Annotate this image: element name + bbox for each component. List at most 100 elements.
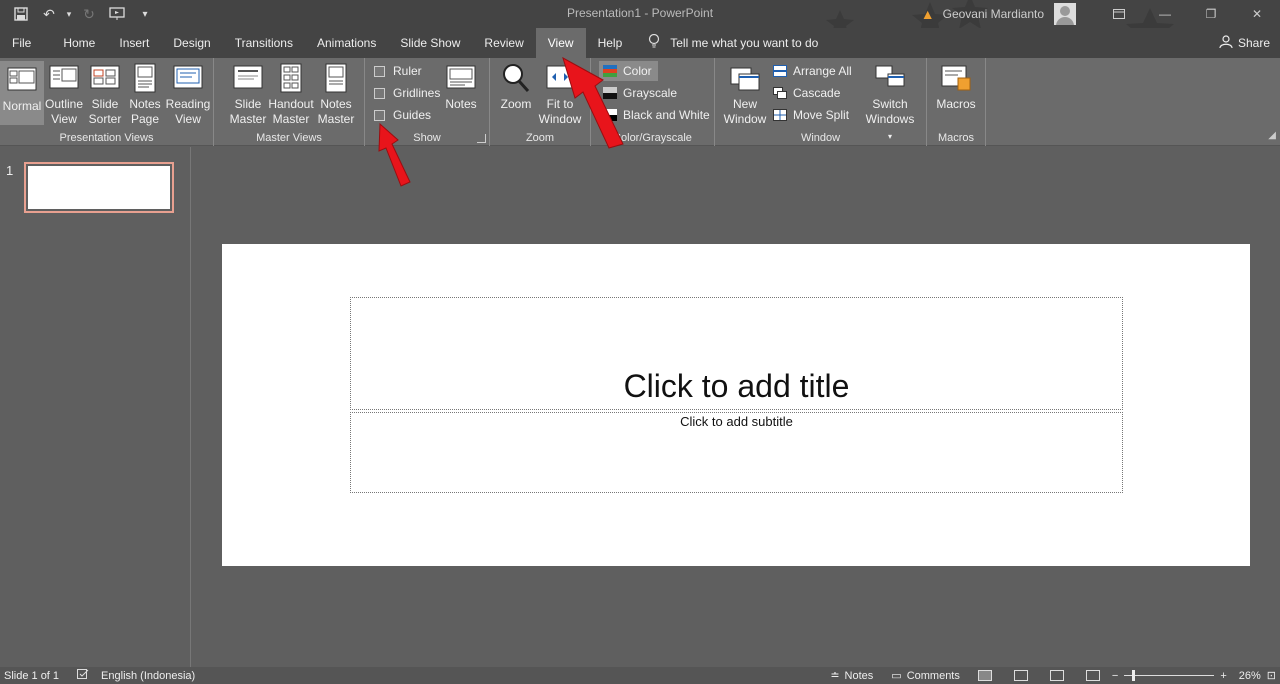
ruler-checkbox-box[interactable] (374, 65, 385, 77)
arrange-all-button[interactable]: Arrange All (773, 61, 852, 81)
restore-icon[interactable]: ❐ (1188, 0, 1234, 28)
zoom-in-icon[interactable]: + (1220, 670, 1226, 682)
handout-master-button[interactable]: Handout Master (268, 62, 314, 127)
group-label-window: Window (800, 132, 841, 144)
color-swatch-icon (603, 65, 617, 77)
switch-label-2: Windows (865, 112, 915, 126)
new-window-label-1: New (732, 97, 757, 111)
tab-slide-show[interactable]: Slide Show (388, 28, 472, 58)
slide-thumbnail[interactable] (24, 162, 174, 213)
fit-label-2: Window (538, 112, 582, 126)
title-bar: ↶ ▾ ↻ ▾ Presentation1 - PowerPoint ▲ Geo… (0, 0, 1280, 52)
tab-help[interactable]: Help (586, 28, 635, 58)
tab-animations[interactable]: Animations (305, 28, 388, 58)
slideshow-from-start-icon[interactable] (104, 2, 130, 26)
black-and-white-button[interactable]: Black and White (603, 105, 710, 125)
macros-icon (941, 65, 971, 91)
slide-count: Slide 1 of 1 (4, 669, 60, 682)
reading-view-button[interactable]: Reading View (166, 62, 210, 127)
subtitle-placeholder[interactable]: Click to add subtitle (350, 412, 1123, 493)
arrange-all-label: Arrange All (793, 64, 852, 78)
group-window: New Window Arrange All Cascade Move Spli… (715, 58, 927, 146)
fit-to-window-icon (546, 65, 574, 89)
notes-page-button[interactable]: Notes Page (126, 62, 164, 127)
ruler-label: Ruler (393, 64, 422, 78)
customize-toolbar-icon[interactable]: ▾ (132, 2, 158, 26)
slide-sorter-button[interactable]: Slide Sorter (86, 62, 124, 127)
outline-view-button[interactable]: Outline View (44, 62, 84, 127)
sorter-label-2: Sorter (88, 112, 122, 126)
user-name[interactable]: Geovani Mardianto (943, 7, 1044, 21)
undo-icon[interactable]: ↶ (36, 2, 62, 26)
tab-review[interactable]: Review (472, 28, 535, 58)
macros-button[interactable]: Macros (935, 62, 977, 112)
reading-view-status-icon[interactable] (1049, 670, 1064, 681)
notes-status-icon: ≐ (830, 670, 840, 682)
minimize-icon[interactable]: — (1142, 0, 1188, 28)
subtitle-placeholder-text: Click to add subtitle (680, 414, 793, 429)
group-label-zoom: Zoom (525, 132, 555, 144)
grayscale-button[interactable]: Grayscale (603, 83, 677, 103)
save-icon[interactable] (8, 2, 34, 26)
tab-file[interactable]: File (0, 28, 43, 58)
new-window-button[interactable]: New Window (723, 62, 767, 127)
gridlines-label: Gridlines (393, 86, 441, 100)
ribbon-tabs: File Home Insert Design Transitions Anim… (0, 28, 1280, 58)
normal-view-icon (7, 67, 37, 91)
title-placeholder[interactable]: Click to add title (350, 297, 1123, 410)
zoom-button[interactable]: Zoom (498, 62, 534, 112)
redo-icon[interactable]: ↻ (76, 2, 102, 26)
slide-sorter-status-icon[interactable] (1013, 670, 1028, 681)
avatar[interactable] (1054, 3, 1076, 25)
tab-view[interactable]: View (535, 28, 586, 58)
warning-icon[interactable]: ▲ (921, 6, 935, 22)
ribbon-display-options-icon[interactable] (1096, 0, 1142, 28)
grayscale-label: Grayscale (623, 86, 678, 100)
move-split-icon (773, 109, 787, 121)
close-icon[interactable]: ✕ (1234, 0, 1280, 28)
fit-slide-icon[interactable]: ⊡ (1267, 669, 1276, 682)
language[interactable]: English (Indonesia) (101, 670, 195, 682)
color-button[interactable]: Color (599, 61, 658, 81)
normal-view-status-icon[interactable] (977, 670, 992, 681)
outline-view-icon (49, 65, 79, 89)
notes-status-button[interactable]: ≐ Notes (830, 669, 873, 683)
group-label-macros: Macros (937, 132, 975, 144)
share-button[interactable]: Share (1219, 28, 1270, 58)
normal-view-button[interactable]: Normal (0, 61, 44, 125)
slide-master-button[interactable]: Slide Master (228, 62, 268, 127)
slideshow-status-icon[interactable] (1085, 670, 1100, 681)
comments-status-button[interactable]: ▭ Comments (891, 669, 960, 683)
zoom-slider[interactable] (1124, 670, 1215, 681)
slide-master-label-2: Master (229, 112, 267, 126)
cascade-button[interactable]: Cascade (773, 83, 840, 103)
tab-insert[interactable]: Insert (107, 28, 161, 58)
fit-to-window-button[interactable]: Fit to Window (538, 62, 582, 127)
notes-toggle-button[interactable]: Notes (443, 62, 479, 112)
tab-home[interactable]: Home (51, 28, 107, 58)
slide-master-icon (233, 65, 263, 89)
tab-design[interactable]: Design (161, 28, 222, 58)
ruler-checkbox[interactable]: Ruler (374, 61, 422, 81)
move-split-button[interactable]: Move Split (773, 105, 849, 125)
tab-transitions[interactable]: Transitions (223, 28, 305, 58)
thumbnail-canvas (28, 166, 170, 209)
normal-label: Normal (2, 99, 42, 113)
grayscale-swatch-icon (603, 87, 617, 99)
slide-canvas[interactable]: Click to add title Click to add subtitle (222, 244, 1250, 566)
zoom-level[interactable]: 26% (1239, 670, 1261, 682)
gridlines-checkbox[interactable]: Gridlines (374, 83, 440, 103)
zoom-out-icon[interactable]: − (1112, 670, 1118, 682)
gridlines-checkbox-box[interactable] (374, 87, 385, 99)
tell-me-search[interactable]: Tell me what you want to do (648, 28, 818, 58)
spelling-check-icon[interactable] (77, 669, 89, 682)
notes-master-button[interactable]: Notes Master (316, 62, 356, 127)
undo-dropdown-icon[interactable]: ▾ (64, 2, 74, 26)
notes-label: Notes (445, 97, 477, 111)
guides-checkbox[interactable]: Guides (374, 105, 431, 125)
show-dialog-launcher-icon[interactable] (477, 134, 486, 143)
collapse-ribbon-icon[interactable]: ◢ (1268, 130, 1276, 141)
thumbnail-number: 1 (6, 163, 14, 178)
guides-checkbox-box[interactable] (374, 109, 385, 121)
move-split-label: Move Split (793, 108, 850, 122)
